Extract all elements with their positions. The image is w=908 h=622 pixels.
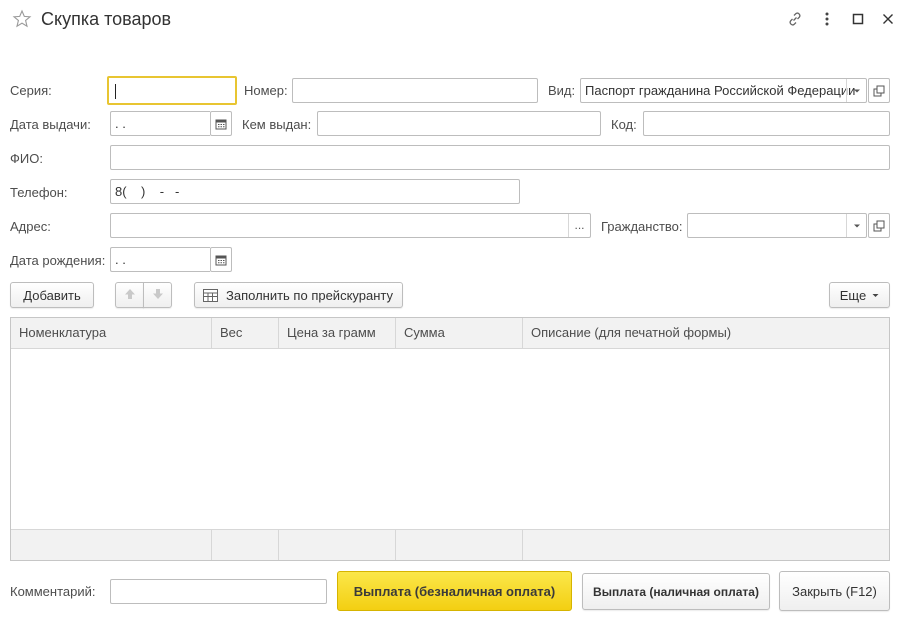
more-label: Еще — [839, 287, 867, 303]
close-button[interactable]: Закрыть (F12) — [779, 571, 890, 611]
text-cursor — [115, 84, 116, 99]
footer-cell — [523, 530, 889, 560]
dropdown-arrow-icon[interactable] — [846, 214, 866, 237]
issued-by-input[interactable] — [317, 111, 601, 136]
table-footer — [11, 529, 889, 560]
fill-by-pricelist-button[interactable]: Заполнить по прейскуранту — [194, 282, 403, 308]
link-icon[interactable] — [786, 10, 804, 28]
address-more-button[interactable]: ... — [568, 214, 590, 237]
column-header-price-per-gram[interactable]: Цена за грамм — [279, 318, 396, 348]
fill-by-pricelist-label: Заполнить по прейскуранту — [226, 287, 394, 303]
fio-label: ФИО: — [10, 151, 43, 166]
type-select[interactable]: Паспорт гражданина Российской Федерации — [580, 78, 867, 103]
birth-date-label: Дата рождения: — [10, 253, 106, 268]
citizenship-label: Гражданство: — [601, 219, 683, 234]
fio-input[interactable] — [110, 145, 890, 170]
code-label: Код: — [611, 117, 637, 132]
comment-label: Комментарий: — [10, 584, 96, 599]
maximize-icon[interactable] — [849, 10, 867, 28]
citizenship-select[interactable] — [687, 213, 867, 238]
star-icon[interactable] — [12, 9, 32, 29]
more-vertical-icon[interactable] — [818, 10, 836, 28]
arrow-down-icon — [152, 288, 164, 303]
calendar-icon[interactable] — [210, 247, 232, 272]
number-label: Номер: — [244, 83, 288, 98]
open-form-icon[interactable] — [868, 213, 890, 238]
open-form-icon[interactable] — [868, 78, 890, 103]
comment-input[interactable] — [110, 579, 327, 604]
footer-cell — [212, 530, 279, 560]
code-input[interactable] — [643, 111, 890, 136]
table-fill-icon — [203, 288, 218, 302]
type-value: Паспорт гражданина Российской Федерации — [585, 83, 856, 98]
footer-cell — [396, 530, 523, 560]
add-button[interactable]: Добавить — [10, 282, 94, 308]
issue-date-input[interactable]: . . — [110, 111, 210, 136]
calendar-icon[interactable] — [210, 111, 232, 136]
footer-cell — [11, 530, 212, 560]
address-input[interactable]: ... — [110, 213, 591, 238]
phone-label: Телефон: — [10, 185, 68, 200]
more-button[interactable]: Еще — [829, 282, 890, 308]
column-header-weight[interactable]: Вес — [212, 318, 279, 348]
phone-input[interactable]: 8( ) - - — [110, 179, 520, 204]
close-icon[interactable] — [879, 10, 897, 28]
chevron-down-icon — [872, 293, 879, 298]
move-down-button[interactable] — [143, 282, 172, 308]
goods-table[interactable]: Номенклатура Вес Цена за грамм Сумма Опи… — [10, 317, 890, 561]
type-label: Вид: — [548, 83, 576, 98]
column-header-sum[interactable]: Сумма — [396, 318, 523, 348]
table-header: Номенклатура Вес Цена за грамм Сумма Опи… — [11, 318, 889, 349]
birth-date-input[interactable]: . . — [110, 247, 210, 272]
window-title: Скупка товаров — [41, 9, 172, 29]
dropdown-arrow-icon[interactable] — [846, 79, 866, 102]
column-header-nomenclature[interactable]: Номенклатура — [11, 318, 212, 348]
issue-date-label: Дата выдачи: — [10, 117, 91, 132]
pay-cash-button[interactable]: Выплата (наличная оплата) — [582, 573, 770, 610]
arrow-up-icon — [124, 288, 136, 303]
issued-by-label: Кем выдан: — [242, 117, 312, 132]
move-up-button[interactable] — [115, 282, 144, 308]
address-label: Адрес: — [10, 219, 51, 234]
column-header-description[interactable]: Описание (для печатной формы) — [523, 318, 889, 348]
footer-cell — [279, 530, 396, 560]
number-input[interactable] — [292, 78, 538, 103]
series-label: Серия: — [10, 83, 52, 98]
pay-cashless-button[interactable]: Выплата (безналичная оплата) — [337, 571, 572, 611]
series-input[interactable] — [107, 76, 237, 105]
